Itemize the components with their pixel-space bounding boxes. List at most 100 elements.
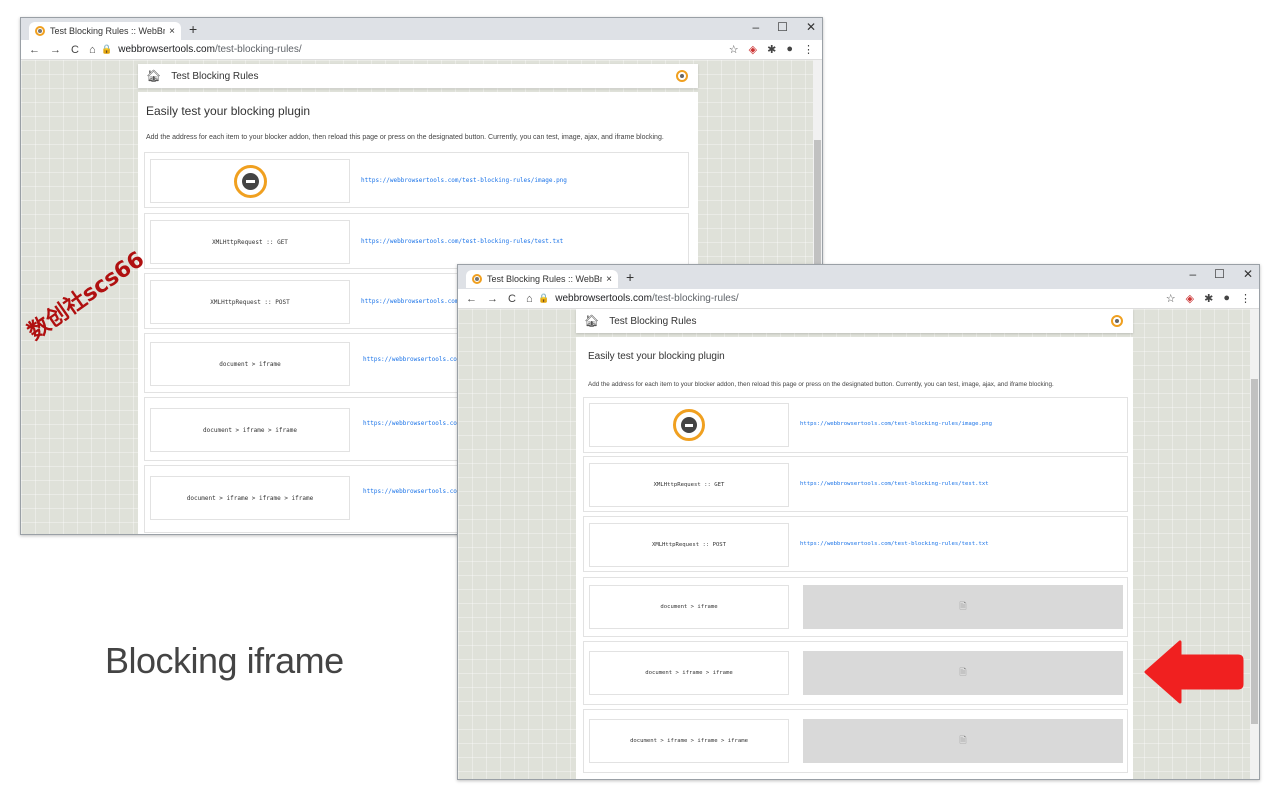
minimize-button[interactable]: – <box>1189 267 1196 281</box>
close-window-button[interactable]: ✕ <box>806 20 816 34</box>
new-tab-button[interactable]: + <box>189 21 197 37</box>
puzzle-icon[interactable]: ✱ <box>767 43 776 56</box>
lock-icon: 🔒 <box>538 293 550 303</box>
back-arrow-icon[interactable]: ← <box>466 293 477 305</box>
row-link[interactable]: https://webbrowsertools.com <box>363 488 461 495</box>
page-heading: Easily test your blocking plugin <box>588 351 725 362</box>
url-domain: webbrowsertools.com <box>555 293 652 304</box>
test-row-post: XMLHttpRequest :: POST https://webbrowse… <box>583 516 1128 572</box>
nav-buttons: ← → C ⌂ <box>29 44 101 56</box>
extension-icon[interactable]: ◈ <box>1186 292 1194 305</box>
blocked-document-icon: 🗎 <box>959 667 967 677</box>
blocked-iframe: 🗎 <box>803 651 1123 695</box>
red-arrow-icon <box>1144 640 1244 704</box>
row-label: XMLHttpRequest :: POST <box>589 523 789 567</box>
bookmark-star-icon[interactable]: ☆ <box>729 43 739 56</box>
profile-icon[interactable]: ● <box>786 43 793 56</box>
address-bar[interactable]: 🔒 webbrowsertools.com/test-blocking-rule… <box>101 42 729 58</box>
reload-icon[interactable]: C <box>71 44 79 56</box>
url-domain: webbrowsertools.com <box>118 44 215 55</box>
test-row-iframe: document > iframe 🗎 <box>583 577 1128 637</box>
blocked-iframe: 🗎 <box>803 719 1123 763</box>
lock-icon: 🔒 <box>101 44 113 54</box>
browser-toolbar: ← → C ⌂ 🔒 webbrowsertools.com/test-block… <box>458 289 1259 309</box>
back-arrow-icon[interactable]: ← <box>29 44 40 56</box>
maximize-button[interactable]: ☐ <box>777 20 788 34</box>
page-heading: Easily test your blocking plugin <box>146 104 311 118</box>
test-row-get: XMLHttpRequest :: GET https://webbrowser… <box>583 456 1128 512</box>
row-link[interactable]: https://webbrowsertools.com/test-blockin… <box>361 177 567 184</box>
forward-arrow-icon[interactable]: → <box>487 293 498 305</box>
home-icon[interactable]: ⌂ <box>89 44 96 56</box>
tab-title: Test Blocking Rules :: WebBrows <box>50 26 165 36</box>
profile-icon[interactable]: ● <box>1223 292 1230 305</box>
blocked-image-icon <box>233 164 267 198</box>
address-bar[interactable]: 🔒 webbrowsertools.com/test-blocking-rule… <box>538 291 1166 307</box>
browser-tab[interactable]: Test Blocking Rules :: WebBrows × <box>29 22 181 40</box>
test-row-image: https://webbrowsertools.com/test-blockin… <box>144 152 689 208</box>
tab-close-icon[interactable]: × <box>606 274 612 285</box>
tab-strip: Test Blocking Rules :: WebBrows × + – ☐ … <box>21 18 822 40</box>
row-link[interactable]: https://webbrowsertools.com/test-blockin… <box>361 238 563 245</box>
row-link[interactable]: https://webbrowsertools.com <box>363 420 461 427</box>
site-header-bar: 🏠︎ Test Blocking Rules <box>138 64 698 88</box>
row-link[interactable]: https://webbrowsertools.com/test-blockin… <box>800 421 992 427</box>
test-row-image: https://webbrowsertools.com/test-blockin… <box>583 397 1128 453</box>
page-description: Add the address for each item to your bl… <box>588 381 1054 388</box>
site-bar-title: Test Blocking Rules <box>171 70 259 82</box>
row-preview <box>589 403 789 447</box>
caption-text: Blocking iframe <box>105 640 344 681</box>
row-label: document > iframe <box>150 342 350 386</box>
puzzle-icon[interactable]: ✱ <box>1204 292 1213 305</box>
logo-icon <box>676 70 688 82</box>
test-row-get: XMLHttpRequest :: GET https://webbrowser… <box>144 213 689 269</box>
tab-title: Test Blocking Rules :: WebBrows <box>487 274 602 284</box>
page-description: Add the address for each item to your bl… <box>146 134 664 141</box>
page-viewport: 🏠︎ Test Blocking Rules Easily test your … <box>458 309 1259 779</box>
blocked-document-icon: 🗎 <box>959 601 967 611</box>
row-label: document > iframe > iframe > iframe <box>150 476 350 520</box>
tab-close-icon[interactable]: × <box>169 26 175 37</box>
bookmark-star-icon[interactable]: ☆ <box>1166 292 1176 305</box>
logo-icon <box>1111 315 1123 327</box>
menu-icon[interactable]: ⋮ <box>1240 292 1251 305</box>
home-icon[interactable]: 🏠︎ <box>584 314 599 328</box>
content-card: Easily test your blocking plugin Add the… <box>576 337 1133 779</box>
maximize-button[interactable]: ☐ <box>1214 267 1225 281</box>
site-header-bar: 🏠︎ Test Blocking Rules <box>576 309 1133 333</box>
browser-tab[interactable]: Test Blocking Rules :: WebBrows × <box>466 270 618 288</box>
menu-icon[interactable]: ⋮ <box>803 43 814 56</box>
blocked-image-icon <box>673 409 705 441</box>
row-label: document > iframe > iframe <box>589 651 789 695</box>
toolbar-actions: ☆ ◈ ✱ ● ⋮ <box>729 43 814 56</box>
close-window-button[interactable]: ✕ <box>1243 267 1253 281</box>
new-tab-button[interactable]: + <box>626 269 634 285</box>
tab-strip: Test Blocking Rules :: WebBrows × + – ☐ … <box>458 265 1259 289</box>
row-label: document > iframe > iframe > iframe <box>589 719 789 763</box>
reload-icon[interactable]: C <box>508 293 516 305</box>
row-label: XMLHttpRequest :: POST <box>150 280 350 324</box>
home-icon[interactable]: 🏠︎ <box>146 69 161 83</box>
row-link[interactable]: https://webbrowsertools.com <box>363 356 461 363</box>
row-label: XMLHttpRequest :: GET <box>589 463 789 507</box>
test-row-iframe-3: document > iframe > iframe > iframe 🗎 <box>583 709 1128 773</box>
url-path: /test-blocking-rules/ <box>651 293 739 304</box>
forward-arrow-icon[interactable]: → <box>50 44 61 56</box>
window-controls: – ☐ ✕ <box>1189 267 1253 281</box>
home-icon[interactable]: ⌂ <box>526 293 533 305</box>
blocked-iframe: 🗎 <box>803 585 1123 629</box>
site-favicon-icon <box>35 26 45 36</box>
site-favicon-icon <box>472 274 482 284</box>
row-link[interactable]: https://webbrowsertools.com/test-blockin… <box>800 541 989 547</box>
row-label: XMLHttpRequest :: GET <box>150 220 350 264</box>
test-row-iframe-2: document > iframe > iframe 🗎 <box>583 641 1128 705</box>
minimize-button[interactable]: – <box>752 20 759 34</box>
browser-toolbar: ← → C ⌂ 🔒 webbrowsertools.com/test-block… <box>21 40 822 60</box>
scrollbar[interactable] <box>1250 309 1259 779</box>
blocked-document-icon: 🗎 <box>959 735 967 745</box>
row-link[interactable]: https://webbrowsertools.com/test-blockin… <box>800 481 989 487</box>
extension-icon[interactable]: ◈ <box>749 43 757 56</box>
site-bar-title: Test Blocking Rules <box>609 315 697 327</box>
row-link[interactable]: https://webbrowsertools.com/ <box>361 298 462 305</box>
row-label: document > iframe > iframe <box>150 408 350 452</box>
